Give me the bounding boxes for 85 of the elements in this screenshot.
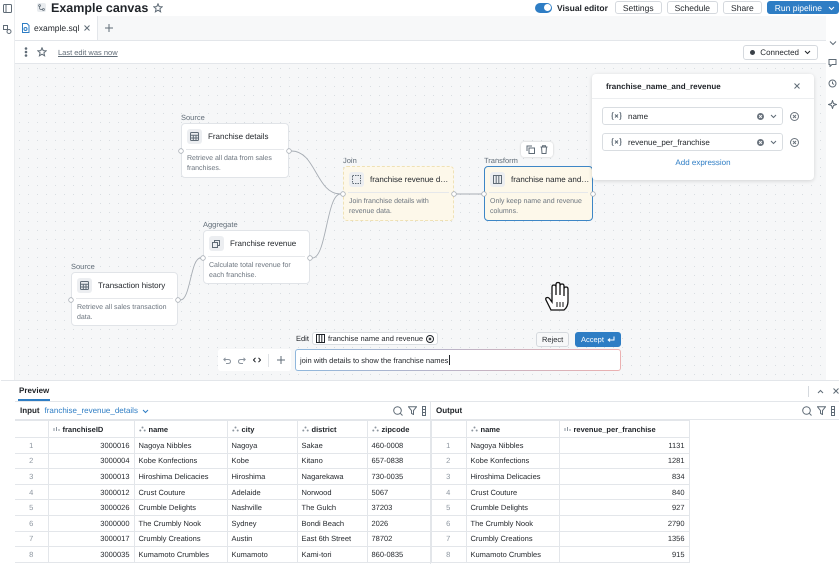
file-icon [21,23,30,33]
caret-icon [828,4,835,10]
comment-icon[interactable] [828,58,837,67]
more-icon[interactable] [422,406,426,416]
canvas-title: Example canvas [51,0,148,14]
node-title: Franchise revenue [230,239,296,248]
code-icon[interactable] [253,357,261,363]
pipeline-icon [37,3,46,12]
section-label: Output [436,406,462,415]
run-pipeline-button[interactable]: Run pipeline [766,1,839,14]
connector-line [180,258,201,300]
caret-icon [142,408,149,414]
port-handle[interactable] [590,191,596,197]
add-tab-icon[interactable] [104,23,114,33]
copy-icon[interactable] [526,145,535,154]
section-label: Input [20,406,40,415]
string-type-icon [232,426,238,432]
collapse-icon[interactable] [817,388,824,394]
variable-icon [611,138,622,146]
close-icon[interactable] [793,82,801,90]
more-icon[interactable] [24,47,28,57]
columns-icon [316,334,325,343]
panel-title: franchise_name_and_revenue [606,82,721,90]
port-handle[interactable] [178,148,184,154]
port-handle[interactable] [286,148,292,154]
string-type-icon [302,426,308,432]
table-icon [190,132,199,141]
port-handle[interactable] [175,297,181,303]
add-icon[interactable] [276,355,286,365]
string-type-icon [138,426,146,432]
filter-icon[interactable] [408,406,417,415]
add-expression-link[interactable]: Add expression [592,158,814,167]
port-handle[interactable] [481,191,487,197]
clear-icon[interactable] [757,138,764,146]
table-icon [80,281,89,290]
node-title: Transaction history [98,281,166,290]
visual-editor-toggle[interactable] [535,2,552,12]
header-button[interactable]: Settings [614,1,662,14]
close-icon[interactable] [83,24,92,32]
join-icon [352,175,361,184]
source-dropdown[interactable]: franchise_revenue_details [44,406,149,415]
expression-field[interactable]: revenue_per_franchise [602,133,783,151]
node-title: franchise name and… [511,175,590,184]
panel-tab[interactable]: Preview [18,381,50,401]
caret-icon [770,113,777,119]
port-handle[interactable] [307,255,313,261]
search-icon[interactable] [802,406,812,416]
close-icon[interactable] [832,387,839,395]
undo-icon[interactable] [223,356,231,364]
variable-icon [611,112,622,120]
panel-icon[interactable] [2,4,12,13]
expression-field[interactable]: name [602,107,783,125]
shapes-icon[interactable] [2,25,12,34]
header-button[interactable]: Schedule [666,1,718,14]
star-icon[interactable] [153,2,164,12]
port-handle[interactable] [68,297,74,303]
star-icon[interactable] [37,47,47,57]
chevron-icon[interactable] [828,40,836,46]
clear-icon[interactable] [757,112,764,120]
number-type-icon [564,426,570,432]
columns-icon [493,175,502,184]
port-handle[interactable] [451,191,457,197]
stack-icon [212,239,221,248]
sparkle-icon[interactable] [828,100,837,109]
number-type-icon [52,426,60,432]
node-title: franchise revenue d… [370,175,448,184]
remove-icon[interactable] [426,334,434,342]
filter-icon[interactable] [817,406,826,415]
delete-icon[interactable] [540,145,548,154]
redo-icon[interactable] [238,356,246,364]
search-icon[interactable] [393,406,403,416]
node-title: Franchise details [208,132,268,141]
caret-icon [804,49,811,55]
connection-dropdown[interactable]: Connected [743,44,818,60]
string-type-icon [372,426,378,432]
string-type-icon [470,426,478,432]
file-tab[interactable]: example.sql [15,16,98,40]
port-handle[interactable] [200,255,206,261]
toggle-label: Visual editor [557,2,608,12]
header-button[interactable]: Share [723,1,762,14]
port-handle[interactable] [340,191,346,197]
more-icon[interactable] [831,406,835,416]
enter-icon [606,336,615,343]
caret-icon [770,139,777,145]
history-icon[interactable] [828,79,837,88]
